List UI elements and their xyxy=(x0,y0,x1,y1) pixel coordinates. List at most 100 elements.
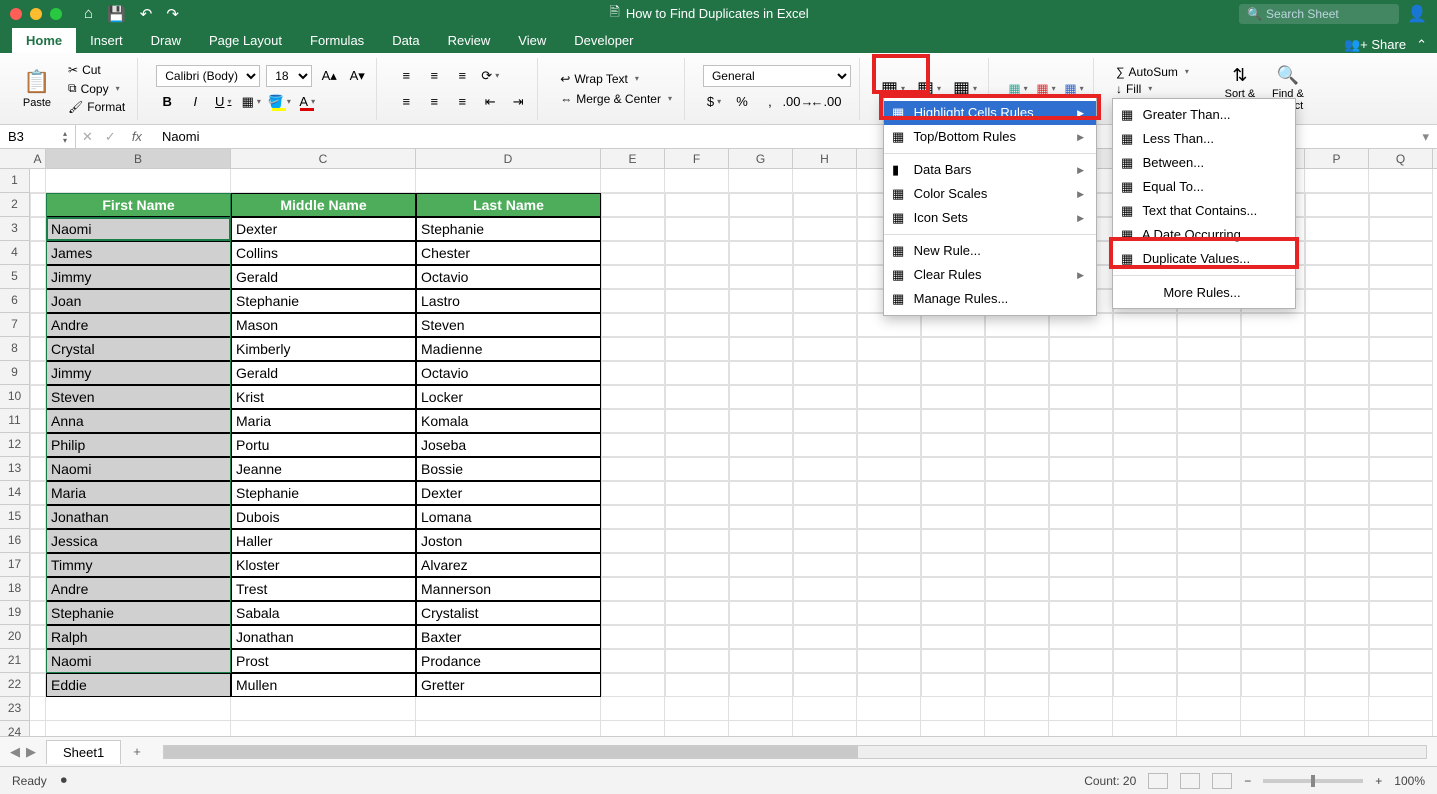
sheet-tab-1[interactable]: Sheet1 xyxy=(46,740,121,764)
cell[interactable]: Andre xyxy=(46,577,231,601)
fill-button[interactable]: ↓Fill xyxy=(1112,81,1156,97)
save-icon[interactable]: 💾 xyxy=(107,5,126,23)
cell[interactable]: Dexter xyxy=(416,481,601,505)
col-header-c[interactable]: C xyxy=(231,149,416,168)
cell[interactable]: Komala xyxy=(416,409,601,433)
cell[interactable]: Kimberly xyxy=(231,337,416,361)
cell[interactable]: Joston xyxy=(416,529,601,553)
underline-button[interactable]: U xyxy=(212,91,234,113)
normal-view-icon[interactable] xyxy=(1148,773,1168,789)
minimize-window[interactable] xyxy=(30,8,42,20)
cell[interactable]: Jimmy xyxy=(46,361,231,385)
share-button[interactable]: 👥+ Share xyxy=(1344,37,1406,53)
menu-icon-sets[interactable]: ▦ Icon Sets xyxy=(884,206,1096,230)
cell[interactable]: Baxter xyxy=(416,625,601,649)
percent-icon[interactable]: % xyxy=(731,91,753,113)
sheet-nav-next-icon[interactable]: ▶ xyxy=(26,744,36,760)
cell[interactable]: Stephanie xyxy=(46,601,231,625)
cell[interactable]: Portu xyxy=(231,433,416,457)
row-header[interactable]: 13 xyxy=(0,457,30,481)
cell[interactable]: Stephanie xyxy=(231,289,416,313)
cell[interactable]: Joan xyxy=(46,289,231,313)
table-header[interactable]: Last Name xyxy=(416,193,601,217)
autosum-button[interactable]: ∑AutoSum xyxy=(1112,64,1193,80)
number-format-select[interactable]: General xyxy=(703,65,851,87)
copy-button[interactable]: ⧉Copy xyxy=(64,80,129,97)
cell[interactable]: Gerald xyxy=(231,265,416,289)
tab-formulas[interactable]: Formulas xyxy=(296,28,378,53)
cancel-formula-icon[interactable]: ✕ xyxy=(76,129,99,145)
cell[interactable]: Joseba xyxy=(416,433,601,457)
cut-button[interactable]: ✂Cut xyxy=(64,62,129,78)
cell[interactable]: Maria xyxy=(46,481,231,505)
cell[interactable]: Prost xyxy=(231,649,416,673)
row-header[interactable]: 23 xyxy=(0,697,30,721)
row-header[interactable]: 20 xyxy=(0,625,30,649)
row-header[interactable]: 9 xyxy=(0,361,30,385)
comma-icon[interactable]: , xyxy=(759,91,781,113)
increase-indent-icon[interactable]: ⇥ xyxy=(507,91,529,113)
tab-insert[interactable]: Insert xyxy=(76,28,137,53)
add-sheet-button[interactable]: + xyxy=(121,740,153,763)
increase-decimal-icon[interactable]: .00→ xyxy=(787,91,809,113)
increase-font-icon[interactable]: A▴ xyxy=(318,65,340,87)
row-header[interactable]: 24 xyxy=(0,721,30,736)
cell[interactable]: Maria xyxy=(231,409,416,433)
redo-icon[interactable]: ↷ xyxy=(166,5,179,23)
cell[interactable]: Prodance xyxy=(416,649,601,673)
bold-button[interactable]: B xyxy=(156,91,178,113)
col-header-g[interactable]: G xyxy=(729,149,793,168)
cell[interactable]: Stephanie xyxy=(231,481,416,505)
menu-more-rules[interactable]: More Rules... xyxy=(1113,280,1295,304)
col-header-h[interactable]: H xyxy=(793,149,857,168)
paste-button[interactable]: 📋 Paste xyxy=(16,69,58,109)
tab-developer[interactable]: Developer xyxy=(560,28,647,53)
col-header-q[interactable]: Q xyxy=(1369,149,1433,168)
row-header[interactable]: 10 xyxy=(0,385,30,409)
align-left-icon[interactable]: ≡ xyxy=(395,91,417,113)
cell[interactable]: Jimmy xyxy=(46,265,231,289)
cell[interactable]: Madienne xyxy=(416,337,601,361)
table-header[interactable]: First Name xyxy=(46,193,231,217)
cell[interactable]: Haller xyxy=(231,529,416,553)
col-header-e[interactable]: E xyxy=(601,149,665,168)
cell[interactable]: Collins xyxy=(231,241,416,265)
cell[interactable]: Jeanne xyxy=(231,457,416,481)
fx-label[interactable]: fx xyxy=(122,129,152,144)
row-header[interactable]: 19 xyxy=(0,601,30,625)
row-header[interactable]: 4 xyxy=(0,241,30,265)
zoom-in-icon[interactable]: + xyxy=(1375,774,1382,788)
col-header-b[interactable]: B xyxy=(46,149,231,168)
row-header[interactable]: 3 xyxy=(0,217,30,241)
row-header[interactable]: 15 xyxy=(0,505,30,529)
row-header[interactable]: 8 xyxy=(0,337,30,361)
borders-button[interactable]: ▦ xyxy=(240,91,262,113)
currency-icon[interactable]: $ xyxy=(703,91,725,113)
menu-manage-rules[interactable]: ▦ Manage Rules... xyxy=(884,287,1096,311)
cell[interactable]: Timmy xyxy=(46,553,231,577)
decrease-font-icon[interactable]: A▾ xyxy=(346,65,368,87)
cell[interactable]: Dubois xyxy=(231,505,416,529)
cell[interactable]: Gerald xyxy=(231,361,416,385)
macro-record-icon[interactable]: ⏺ xyxy=(61,773,67,788)
cell[interactable]: Anna xyxy=(46,409,231,433)
close-window[interactable] xyxy=(10,8,22,20)
row-header[interactable]: 7 xyxy=(0,313,30,337)
cell[interactable]: Eddie xyxy=(46,673,231,697)
search-sheet-input[interactable]: 🔍 Search Sheet xyxy=(1239,4,1399,24)
zoom-level[interactable]: 100% xyxy=(1394,774,1425,788)
row-header[interactable]: 5 xyxy=(0,265,30,289)
cell[interactable]: Krist xyxy=(231,385,416,409)
cell[interactable]: Kloster xyxy=(231,553,416,577)
wrap-text-button[interactable]: ↩Wrap Text xyxy=(556,71,676,87)
cell[interactable]: Jonathan xyxy=(231,625,416,649)
home-icon[interactable]: ⌂ xyxy=(84,5,93,22)
align-right-icon[interactable]: ≡ xyxy=(451,91,473,113)
row-header[interactable]: 12 xyxy=(0,433,30,457)
menu-clear-rules[interactable]: ▦ Clear Rules xyxy=(884,263,1096,287)
row-header[interactable]: 2 xyxy=(0,193,30,217)
tab-view[interactable]: View xyxy=(504,28,560,53)
tab-page-layout[interactable]: Page Layout xyxy=(195,28,296,53)
cell[interactable]: Ralph xyxy=(46,625,231,649)
cell[interactable]: Mullen xyxy=(231,673,416,697)
